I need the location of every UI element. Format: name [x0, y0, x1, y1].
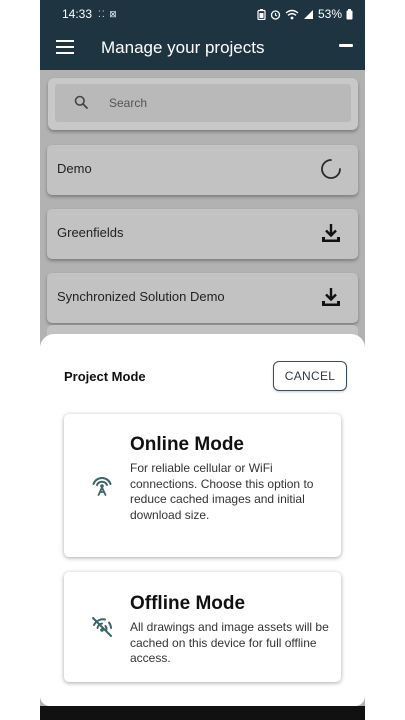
battery-saver-icon [257, 8, 266, 20]
search-icon [74, 95, 88, 109]
offline-mode-description: All drawings and image assets will be ca… [130, 620, 329, 665]
collapse-icon[interactable] [339, 44, 353, 47]
download-icon[interactable] [320, 222, 342, 244]
project-item-greenfields[interactable]: Greenfields [47, 209, 358, 259]
status-bar: 14:33 ⁚⁚ ⊠ 53% [40, 0, 365, 28]
alarm-icon [270, 9, 281, 20]
app-bar: Manage your projects [40, 28, 365, 70]
search-input[interactable]: Search [55, 84, 351, 122]
battery-icon [346, 8, 353, 19]
cancel-button[interactable]: CANCEL [273, 361, 347, 391]
left-margin [0, 0, 40, 720]
sheet-title: Project Mode [64, 369, 146, 384]
system-navigation-bar [40, 706, 365, 720]
project-name: Synchronized Solution Demo [57, 289, 225, 304]
phone-screen: 14:33 ⁚⁚ ⊠ 53% Manage your projects Sear… [40, 0, 365, 720]
loading-spinner-icon [321, 159, 341, 179]
hamburger-menu-icon[interactable] [56, 40, 74, 54]
battery-percent: 53% [317, 7, 342, 21]
project-name: Demo [57, 161, 92, 176]
right-margin [365, 0, 405, 720]
page-title: Manage your projects [101, 38, 265, 57]
online-mode-description: For reliable cellular or WiFi connection… [130, 461, 314, 522]
search-card: Search [48, 78, 358, 130]
project-item-demo[interactable]: Demo [47, 145, 358, 195]
project-item-synchronized-solution-demo[interactable]: Synchronized Solution Demo [47, 273, 358, 323]
offline-mode-title: Offline Mode [130, 593, 246, 614]
antenna-signal-icon [92, 477, 112, 496]
project-mode-sheet: Project Mode CANCEL Online Mode For reli… [40, 334, 365, 706]
online-mode-title: Online Mode [130, 434, 244, 455]
project-name: Greenfields [57, 225, 124, 240]
status-time: 14:33 [62, 7, 93, 21]
search-placeholder: Search [109, 96, 148, 110]
download-icon[interactable] [320, 286, 342, 308]
wifi-icon [285, 9, 299, 19]
online-mode-option[interactable]: Online Mode For reliable cellular or WiF… [64, 414, 341, 557]
signal-off-icon [92, 617, 112, 637]
offline-mode-option[interactable]: Offline Mode All drawings and image asse… [64, 572, 341, 682]
notification-icons: ⁚⁚ ⊠ [98, 8, 118, 19]
signal-icon [303, 9, 313, 19]
